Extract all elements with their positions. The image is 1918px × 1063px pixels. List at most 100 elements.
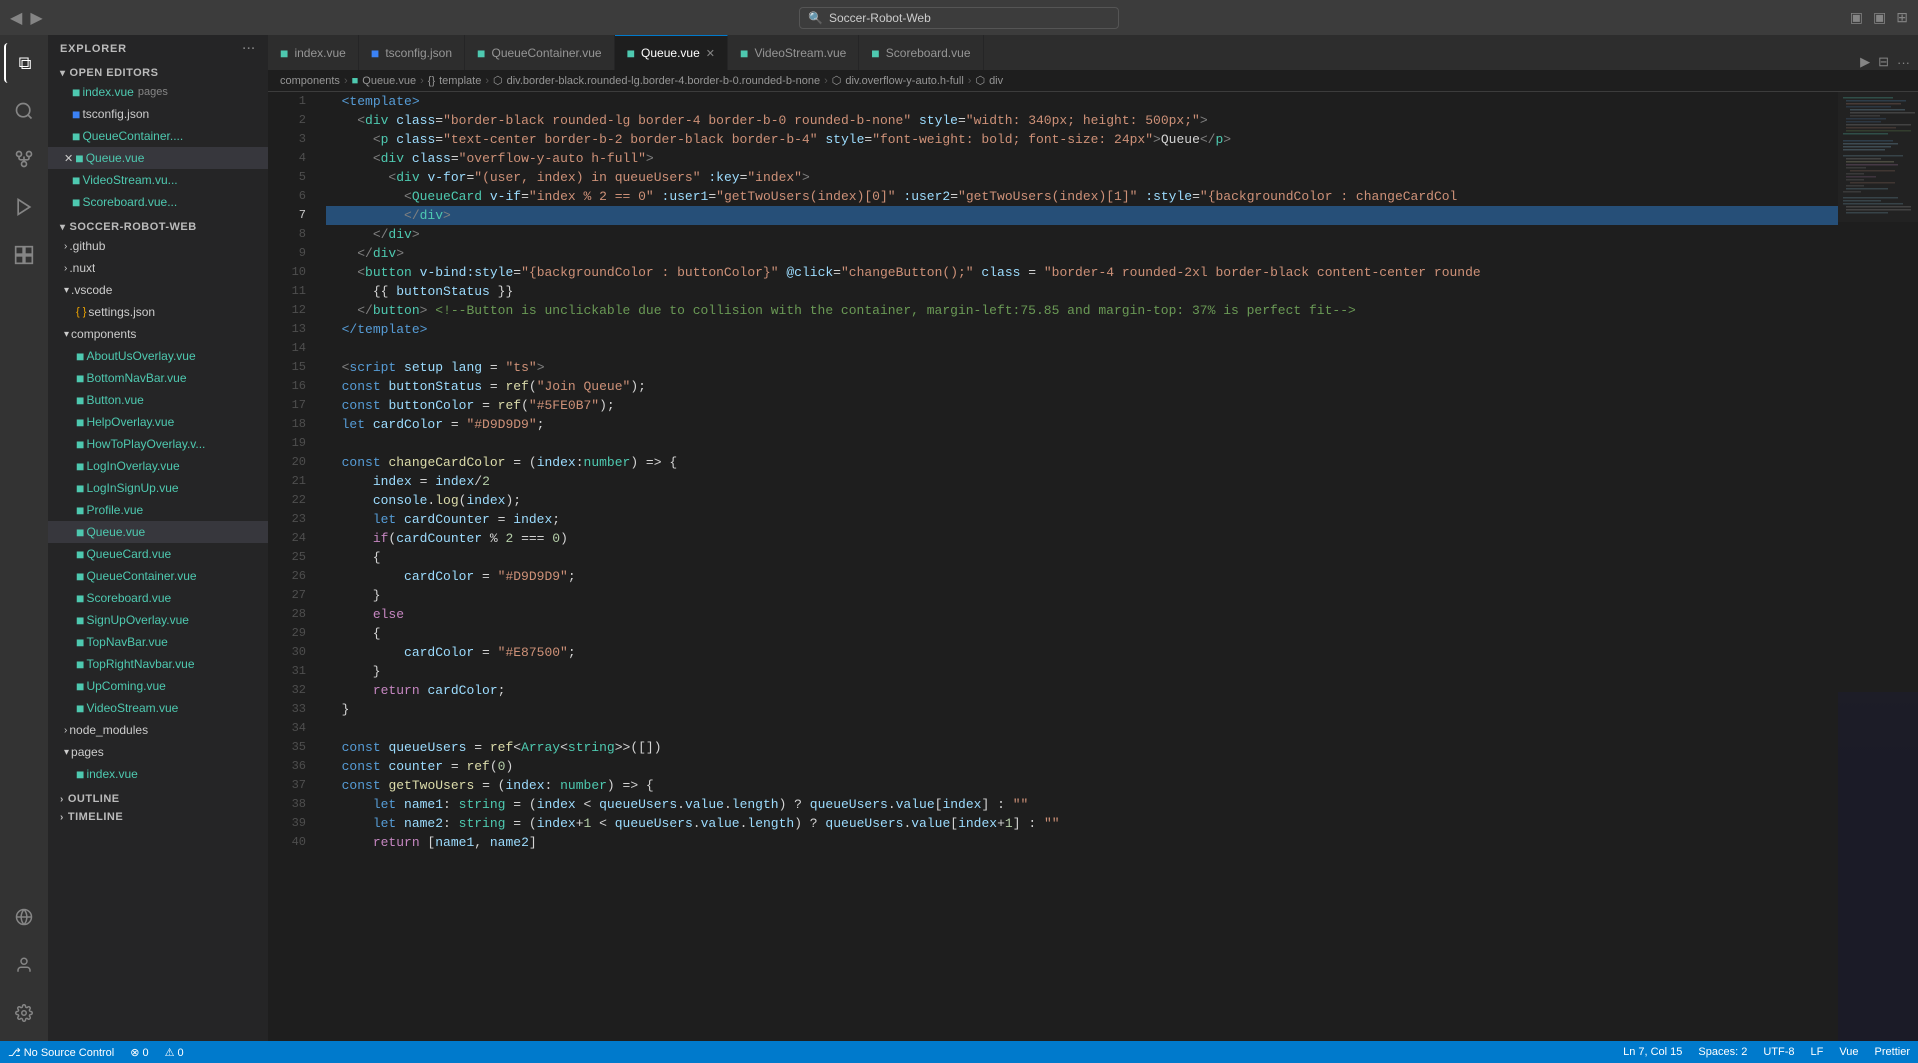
layout-icon-3[interactable]: ⊞ (1896, 9, 1908, 26)
forward-button[interactable]: ▶ (30, 8, 42, 28)
outline-section[interactable]: › OUTLINE (48, 789, 268, 807)
file-profile[interactable]: ■ Profile.vue (48, 499, 268, 521)
code-line-15: <script setup lang = "ts"> (326, 358, 1838, 377)
file-topnavbar[interactable]: ■ TopNavBar.vue (48, 631, 268, 653)
open-editor-index-vue[interactable]: ■ index.vue pages (48, 81, 268, 103)
timeline-section[interactable]: › TIMELINE (48, 807, 268, 825)
tab-video-stream[interactable]: ■ VideoStream.vue (728, 35, 859, 70)
ln-12: 12 (268, 301, 318, 320)
breadcrumb-queue-vue[interactable]: Queue.vue (362, 75, 416, 87)
vue-icon: ■ (75, 150, 83, 166)
source-control-status[interactable]: ⎇ No Source Control (8, 1046, 114, 1059)
tab-label: index.vue (294, 46, 345, 60)
activity-run-debug[interactable] (4, 187, 44, 227)
file-pages-index-vue[interactable]: ■ index.vue (48, 763, 268, 785)
tab-tsconfig[interactable]: ■ tsconfig.json (359, 35, 465, 70)
code-line-10: <button v-bind:style="{backgroundColor :… (326, 263, 1838, 282)
ln-14: 14 (268, 339, 318, 358)
line-ending-status[interactable]: LF (1811, 1046, 1824, 1058)
breadcrumb-template[interactable]: template (439, 75, 481, 87)
breadcrumb-div-overflow[interactable]: div.overflow-y-auto.h-full (845, 75, 963, 87)
tab-queue-vue[interactable]: ■ Queue.vue ✕ (615, 35, 728, 70)
ln-24: 24 (268, 529, 318, 548)
breadcrumb-div-border[interactable]: div.border-black.rounded-lg.border-4.bor… (507, 75, 820, 87)
tab-queue-container[interactable]: ■ QueueContainer.vue (465, 35, 615, 70)
file-helpoverlay[interactable]: ■ HelpOverlay.vue (48, 411, 268, 433)
folder-nuxt[interactable]: › .nuxt (48, 257, 268, 279)
open-editor-queue-container[interactable]: ■ QueueContainer.... (48, 125, 268, 147)
open-editors-section[interactable]: ▾ OPEN EDITORS (48, 63, 268, 81)
encoding-status[interactable]: UTF-8 (1763, 1046, 1794, 1058)
code-line-26: cardColor = "#D9D9D9"; (326, 567, 1838, 586)
open-editor-tsconfig[interactable]: ■ tsconfig.json (48, 103, 268, 125)
spaces-status[interactable]: Spaces: 2 (1698, 1046, 1747, 1058)
folder-components[interactable]: ▾ components (48, 323, 268, 345)
back-button[interactable]: ◀ (10, 8, 22, 28)
file-aboutusoverlay[interactable]: ■ AboutUsOverlay.vue (48, 345, 268, 367)
tab-close-icon[interactable]: ✕ (706, 47, 715, 60)
ts-icon: ■ (72, 106, 80, 122)
activity-source-control[interactable] (4, 139, 44, 179)
project-section[interactable]: ▾ SOCCER-ROBOT-WEB (48, 217, 268, 235)
vue-tab-icon: ■ (627, 45, 635, 61)
sidebar-more-icon[interactable]: ··· (243, 43, 256, 55)
activity-explorer[interactable]: ⧉ (4, 43, 44, 83)
folder-vscode[interactable]: ▾ .vscode (48, 279, 268, 301)
code-line-39: let name2: string = (index+1 < queueUser… (326, 814, 1838, 833)
folder-pages[interactable]: ▾ pages (48, 741, 268, 763)
account-icon[interactable] (4, 945, 44, 985)
file-settings-json[interactable]: { } settings.json (48, 301, 268, 323)
file-toprightnavbar[interactable]: ■ TopRightNavbar.vue (48, 653, 268, 675)
errors-status[interactable]: ⊗ 0 (130, 1046, 148, 1059)
open-editor-video-stream[interactable]: ■ VideoStream.vu... (48, 169, 268, 191)
ln-26: 26 (268, 567, 318, 586)
split-editor-icon[interactable]: ⊟ (1878, 54, 1889, 70)
ln-1: 1 (268, 92, 318, 111)
folder-node-modules[interactable]: › node_modules (48, 719, 268, 741)
code-editor[interactable]: <template> <div class="border-black roun… (318, 92, 1838, 1041)
breadcrumb-div-last[interactable]: div (989, 75, 1003, 87)
run-tab-icon[interactable]: ▶ (1860, 54, 1870, 70)
search-bar[interactable]: 🔍 Soccer-Robot-Web (799, 7, 1119, 29)
code-line-7: </div> (326, 206, 1838, 225)
folder-github[interactable]: › .github (48, 235, 268, 257)
open-editor-scoreboard[interactable]: ■ Scoreboard.vue... (48, 191, 268, 213)
close-icon[interactable]: ✕ (64, 152, 73, 165)
search-text: Soccer-Robot-Web (829, 11, 931, 25)
file-howtoplayoverlay[interactable]: ■ HowToPlayOverlay.v... (48, 433, 268, 455)
breadcrumb-components[interactable]: components (280, 75, 340, 87)
file-signupoverlay[interactable]: ■ SignUpOverlay.vue (48, 609, 268, 631)
vue-icon: ■ (72, 84, 80, 100)
tab-scoreboard[interactable]: ■ Scoreboard.vue (859, 35, 983, 70)
activity-search[interactable] (4, 91, 44, 131)
warnings-status[interactable]: ⚠ 0 (165, 1046, 184, 1059)
file-queuecard[interactable]: ■ QueueCard.vue (48, 543, 268, 565)
remote-icon[interactable] (4, 897, 44, 937)
vue-icon: ■ (72, 172, 80, 188)
file-name: UpComing.vue (86, 679, 165, 693)
ln-6: 6 (268, 187, 318, 206)
open-editor-queue-vue[interactable]: ✕ ■ Queue.vue (48, 147, 268, 169)
file-loginsignup[interactable]: ■ LogInSignUp.vue (48, 477, 268, 499)
file-bottomnavbar[interactable]: ■ BottomNavBar.vue (48, 367, 268, 389)
file-name: Button.vue (86, 393, 143, 407)
file-videostream[interactable]: ■ VideoStream.vue (48, 697, 268, 719)
language-status[interactable]: Vue (1839, 1046, 1858, 1058)
layout-icon-1[interactable]: ▣ (1850, 9, 1863, 26)
activity-extensions[interactable] (4, 235, 44, 275)
formatter-status[interactable]: Prettier (1875, 1046, 1910, 1058)
more-actions-icon[interactable]: ··· (1897, 55, 1910, 70)
file-loginoverlay[interactable]: ■ LogInOverlay.vue (48, 455, 268, 477)
file-upcoming[interactable]: ■ UpComing.vue (48, 675, 268, 697)
cursor-position[interactable]: Ln 7, Col 15 (1623, 1046, 1682, 1058)
vue-icon: ■ (76, 370, 84, 386)
file-button[interactable]: ■ Button.vue (48, 389, 268, 411)
file-queue[interactable]: ■ Queue.vue (48, 521, 268, 543)
file-queuecontainer[interactable]: ■ QueueContainer.vue (48, 565, 268, 587)
layout-icon-2[interactable]: ▣ (1873, 9, 1886, 26)
minimap[interactable] (1838, 92, 1918, 1041)
tab-index-vue[interactable]: ■ index.vue (268, 35, 359, 70)
file-scoreboard[interactable]: ■ Scoreboard.vue (48, 587, 268, 609)
code-line-2: <div class="border-black rounded-lg bord… (326, 111, 1838, 130)
settings-icon[interactable] (4, 993, 44, 1033)
